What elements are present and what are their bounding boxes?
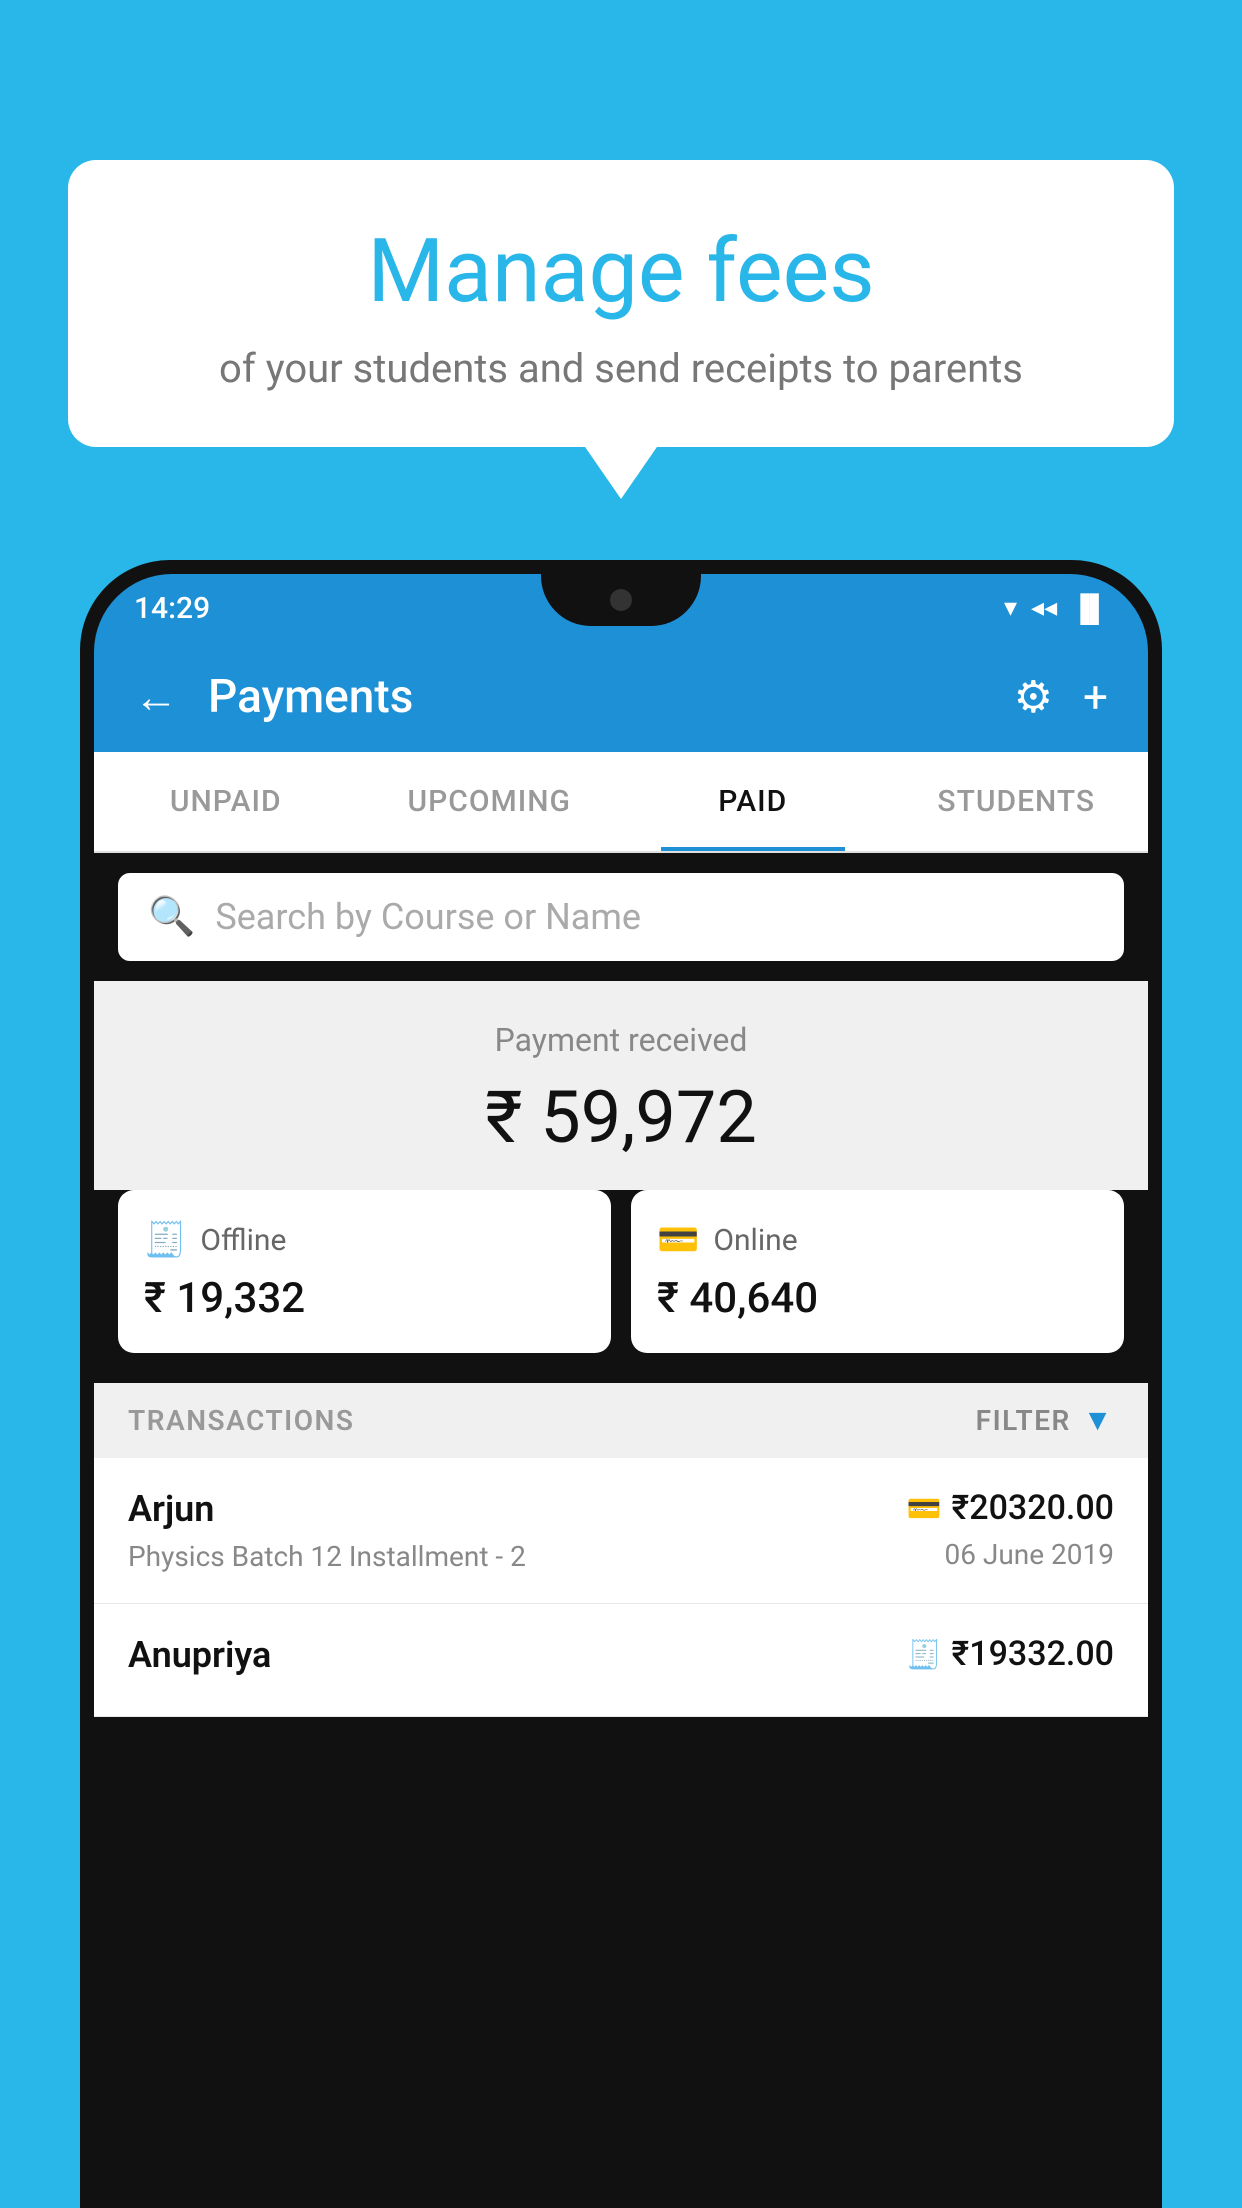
filter-icon: ▼ [1083, 1403, 1114, 1438]
offline-amount: ₹ 19,332 [144, 1274, 585, 1323]
transaction-name-1: Arjun [128, 1488, 526, 1530]
transactions-header: TRANSACTIONS FILTER ▼ [94, 1383, 1148, 1458]
filter-label: FILTER [976, 1404, 1071, 1437]
screen-content: 🔍 Search by Course or Name Payment recei… [94, 853, 1148, 2208]
transaction-row-anupriya[interactable]: Anupriya 🧾 ₹19332.00 [94, 1604, 1148, 1717]
transaction-amount-1: 💳 ₹20320.00 [907, 1488, 1114, 1528]
header-icons: ⚙ + [1014, 671, 1108, 723]
payment-received-amount: ₹ 59,972 [114, 1075, 1128, 1160]
transaction-detail-1: Physics Batch 12 Installment - 2 [128, 1540, 526, 1573]
online-label: Online [713, 1223, 797, 1258]
transaction-amount-2: 🧾 ₹19332.00 [907, 1634, 1114, 1674]
app-header: ← Payments ⚙ + [94, 642, 1148, 752]
speech-bubble: Manage fees of your students and send re… [68, 160, 1174, 447]
signal-icon: ◂◂ [1031, 593, 1057, 623]
transaction-row-arjun[interactable]: Arjun Physics Batch 12 Installment - 2 💳… [94, 1458, 1148, 1604]
tab-paid[interactable]: PAID [621, 752, 885, 851]
offline-icon: 🧾 [144, 1220, 186, 1260]
phone-frame: 14:29 ▾ ◂◂ ▐▌ ← Payments ⚙ + UNPAID [80, 560, 1162, 2208]
online-icon: 💳 [657, 1220, 699, 1260]
back-button[interactable]: ← [134, 671, 178, 723]
settings-icon[interactable]: ⚙ [1014, 671, 1053, 723]
battery-icon: ▐▌ [1071, 593, 1108, 624]
status-icons: ▾ ◂◂ ▐▌ [1004, 593, 1108, 624]
transactions-label: TRANSACTIONS [128, 1404, 354, 1437]
bubble-subtitle: of your students and send receipts to pa… [118, 345, 1124, 392]
payment-received-section: Payment received ₹ 59,972 [94, 981, 1148, 1190]
tab-bar: UNPAID UPCOMING PAID STUDENTS [94, 752, 1148, 853]
filter-button[interactable]: FILTER ▼ [976, 1403, 1114, 1438]
add-icon[interactable]: + [1083, 671, 1108, 723]
search-input[interactable]: Search by Course or Name [215, 896, 641, 938]
offline-card-header: 🧾 Offline [144, 1220, 585, 1260]
payment-cards: 🧾 Offline ₹ 19,332 💳 Online ₹ 40,640 [118, 1190, 1124, 1353]
header-title: Payments [208, 670, 984, 724]
notch [541, 574, 701, 626]
offline-card: 🧾 Offline ₹ 19,332 [118, 1190, 611, 1353]
status-time: 14:29 [134, 591, 210, 626]
camera-dot [610, 589, 632, 611]
payment-method-icon-2: 🧾 [907, 1638, 942, 1671]
tab-upcoming[interactable]: UPCOMING [358, 752, 622, 851]
phone-inner: 14:29 ▾ ◂◂ ▐▌ ← Payments ⚙ + UNPAID [94, 574, 1148, 2208]
offline-label: Offline [200, 1223, 286, 1258]
wifi-icon: ▾ [1004, 593, 1017, 623]
tab-students[interactable]: STUDENTS [885, 752, 1149, 851]
transaction-date-1: 06 June 2019 [907, 1538, 1114, 1571]
status-bar: 14:29 ▾ ◂◂ ▐▌ [94, 574, 1148, 642]
transaction-name-2: Anupriya [128, 1634, 271, 1676]
search-bar[interactable]: 🔍 Search by Course or Name [118, 873, 1124, 961]
payment-method-icon-1: 💳 [907, 1492, 942, 1525]
tab-unpaid[interactable]: UNPAID [94, 752, 358, 851]
online-card: 💳 Online ₹ 40,640 [631, 1190, 1124, 1353]
bubble-title: Manage fees [118, 220, 1124, 323]
online-amount: ₹ 40,640 [657, 1274, 1098, 1323]
search-icon: 🔍 [148, 895, 195, 939]
online-card-header: 💳 Online [657, 1220, 1098, 1260]
payment-received-label: Payment received [114, 1021, 1128, 1059]
